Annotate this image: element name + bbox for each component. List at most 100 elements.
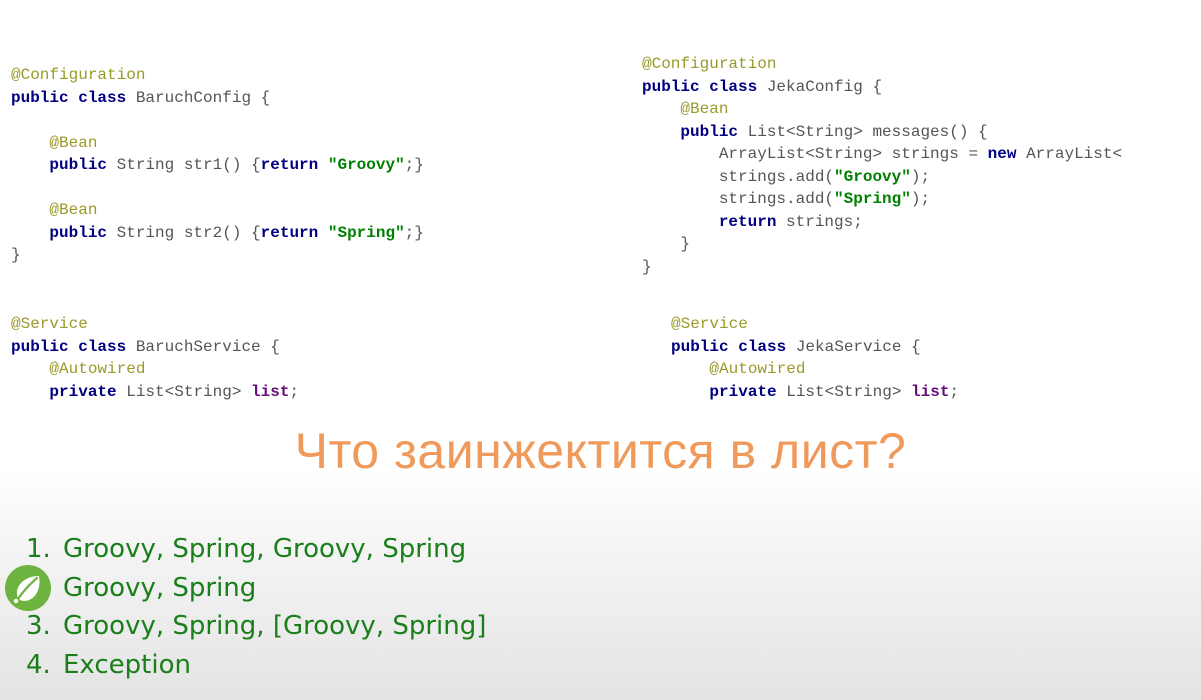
answer-number: 1. xyxy=(26,534,51,564)
code-token-plain: ArrayList<String> strings = xyxy=(642,145,988,163)
code-line: @Autowired xyxy=(11,358,299,381)
code-token-plain: ); xyxy=(910,167,931,186)
code-token-plain: strings; xyxy=(776,212,863,231)
code-token-ann: @Configuration xyxy=(11,66,146,84)
code-line: public class JekaConfig { xyxy=(642,76,1122,99)
code-token-plain: ; xyxy=(289,382,300,401)
code-token-plain: } xyxy=(642,235,691,253)
code-token-kw: return xyxy=(260,223,319,242)
code-token-plain: JekaService { xyxy=(786,337,921,356)
answer-number: 4. xyxy=(26,649,51,680)
code-token-ann: @Bean xyxy=(49,201,98,219)
code-line: public class BaruchService { xyxy=(11,336,299,359)
code-token-kw: public xyxy=(49,156,108,174)
code-token-str: "Spring" xyxy=(327,223,405,242)
code-token-plain: } xyxy=(11,246,21,264)
code-token-plain: String str1() { xyxy=(107,156,261,174)
code-line: @Bean xyxy=(11,132,424,155)
code-token-plain: BaruchConfig { xyxy=(126,88,271,107)
code-line: strings.add("Spring"); xyxy=(642,188,1122,211)
code-token-ann: @Service xyxy=(11,315,88,333)
answer-list: 1. Groovy, Spring, Groovy, Spring Groovy,… xyxy=(26,530,486,684)
code-line: @Bean xyxy=(11,199,424,222)
code-token-plain: List<String> xyxy=(776,382,912,401)
code-token-plain: ;} xyxy=(404,156,424,174)
code-line: public List<String> messages() { xyxy=(642,121,1122,144)
code-token-plain: ArrayList< xyxy=(1016,145,1123,163)
code-token-str: "Spring" xyxy=(834,190,911,208)
code-token-kw: public xyxy=(49,223,108,242)
code-token-str: "Groovy" xyxy=(834,167,911,186)
code-token-kw: public xyxy=(680,122,739,141)
code-token-plain: JekaConfig { xyxy=(757,77,883,96)
question-title: Что заинжектится в лист? xyxy=(294,423,907,479)
code-line: ArrayList<String> strings = new ArrayLis… xyxy=(642,143,1122,166)
answer-option-3: 3. Groovy, Spring, [Groovy, Spring] xyxy=(26,607,486,646)
code-line: } xyxy=(11,244,424,267)
code-token-plain: ; xyxy=(949,382,960,401)
code-token-kw: public class xyxy=(642,77,758,96)
code-token-str: "Groovy" xyxy=(327,156,405,174)
code-line: @Bean xyxy=(642,98,1122,121)
code-token-plain: List<String> xyxy=(116,382,252,401)
code-line: } xyxy=(642,233,1122,256)
spring-leaf-logo-icon xyxy=(5,565,51,611)
code-token-ann: @Autowired xyxy=(49,360,146,378)
answer-text: Exception xyxy=(63,649,191,680)
code-line: return strings; xyxy=(642,211,1122,234)
answer-option-1: 1. Groovy, Spring, Groovy, Spring xyxy=(26,530,486,569)
code-token-field: list xyxy=(251,382,290,401)
code-line: @Configuration xyxy=(11,64,424,87)
code-token-plain: } xyxy=(642,257,652,276)
code-block-baruch-config: @Configuration public class BaruchConfig … xyxy=(11,64,424,267)
code-line: @Configuration xyxy=(642,53,1122,76)
code-token-plain: BaruchService { xyxy=(126,337,280,356)
code-token-plain: List<String> messages() { xyxy=(738,122,988,141)
code-line: } xyxy=(642,256,1122,279)
code-line: @Autowired xyxy=(671,358,959,381)
code-token-plain: strings.add( xyxy=(642,190,835,208)
code-line: public class JekaService { xyxy=(671,336,959,359)
code-token-ann: @Bean xyxy=(49,133,98,152)
code-token-kw: new xyxy=(987,145,1017,163)
code-token-ann: @Bean xyxy=(680,100,729,118)
code-block-jeka-service: @Service public class JekaService { @Auto… xyxy=(671,313,959,403)
code-line: private List<String> list; xyxy=(671,381,959,404)
code-line: @Service xyxy=(11,313,299,336)
code-token-plain: ;} xyxy=(404,223,424,242)
answer-text: Groovy, Spring xyxy=(63,572,257,603)
code-block-jeka-config: @Configuration public class JekaConfig { … xyxy=(642,53,1122,278)
code-token-kw: return xyxy=(718,212,777,231)
code-token-plain: String str2() { xyxy=(107,223,261,242)
code-block-baruch-service: @Service public class BaruchService { @Au… xyxy=(11,313,299,403)
code-token-kw: public class xyxy=(11,88,127,107)
code-line: public String str2() {return "Spring";} xyxy=(11,222,424,245)
code-token-kw: return xyxy=(260,156,319,174)
code-token-plain: ); xyxy=(910,190,931,208)
code-token-field: list xyxy=(911,382,950,401)
answer-text: Groovy, Spring, Groovy, Spring xyxy=(63,534,467,564)
code-token-kw: private xyxy=(709,382,777,401)
answer-option-4: 4. Exception xyxy=(26,646,486,685)
code-token-kw: public class xyxy=(671,337,787,356)
code-line: public class BaruchConfig { xyxy=(11,87,424,110)
answer-number: 3. xyxy=(26,611,51,641)
answer-option-2: Groovy, Spring xyxy=(26,569,486,608)
code-token-ann: @Service xyxy=(671,315,748,333)
code-line: private List<String> list; xyxy=(11,381,299,404)
